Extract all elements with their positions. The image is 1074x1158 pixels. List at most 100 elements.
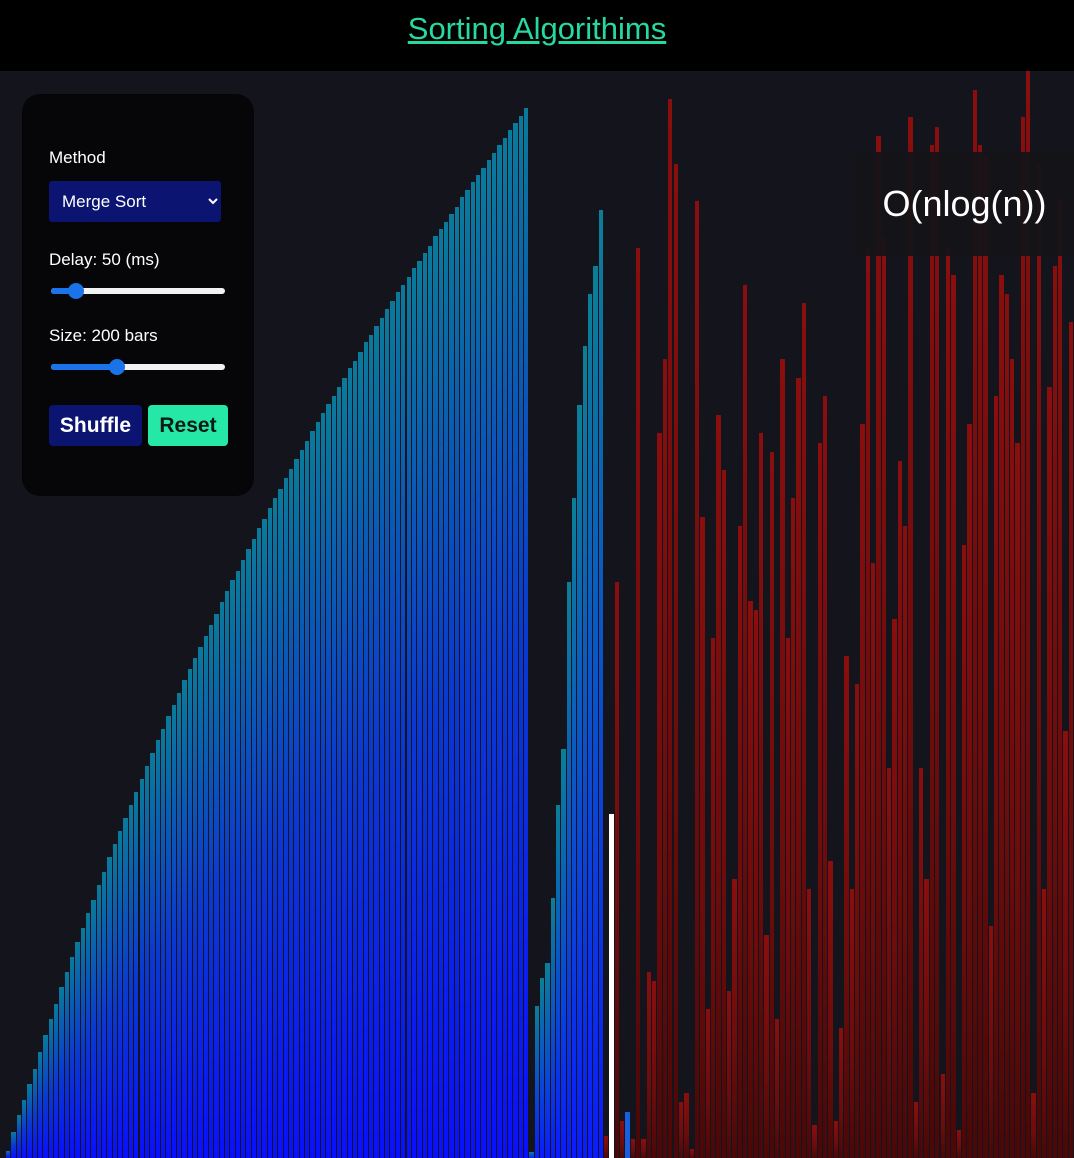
page-title-link[interactable]: Sorting Algorithims [408, 11, 666, 47]
bar [353, 361, 358, 1158]
bar [844, 656, 849, 1158]
bar [550, 898, 555, 1158]
bar [214, 614, 219, 1158]
bar [871, 563, 876, 1158]
bar [224, 591, 230, 1158]
bar [59, 987, 64, 1158]
bar [363, 342, 369, 1158]
bar [347, 368, 353, 1158]
bar [807, 889, 812, 1158]
bar [438, 229, 443, 1158]
bar [171, 705, 176, 1158]
bar [411, 268, 417, 1158]
bar [983, 155, 988, 1158]
bar [598, 210, 604, 1158]
bar [379, 318, 385, 1158]
bar [988, 926, 993, 1158]
bar [545, 963, 550, 1158]
bar [427, 246, 433, 1158]
bar [219, 602, 224, 1158]
bar [748, 601, 753, 1158]
bar [790, 498, 796, 1158]
reset-button[interactable]: Reset [148, 405, 228, 446]
bar [641, 1139, 646, 1158]
bar [935, 127, 940, 1158]
bar [540, 978, 545, 1158]
bar [758, 433, 764, 1158]
bar [32, 1069, 38, 1158]
bar [716, 415, 721, 1158]
bar [582, 346, 588, 1158]
bar [620, 1121, 625, 1158]
bar [433, 236, 438, 1158]
bar [166, 716, 171, 1158]
bar [764, 935, 769, 1158]
bar [198, 647, 203, 1158]
bar [283, 478, 288, 1158]
bar [86, 913, 91, 1158]
bar [385, 309, 390, 1158]
bar [796, 378, 801, 1158]
bar [518, 116, 523, 1158]
bar [192, 658, 198, 1158]
bar [700, 517, 705, 1158]
bar [144, 766, 150, 1158]
bar [993, 396, 999, 1158]
bar [689, 1149, 694, 1158]
bar [556, 805, 561, 1158]
bar [833, 1121, 839, 1158]
bar [48, 1019, 54, 1158]
page-header: Sorting Algorithims [0, 0, 1074, 71]
bar [614, 582, 620, 1158]
bar [523, 108, 529, 1158]
bar [256, 528, 262, 1158]
bar [630, 1139, 636, 1158]
bar [150, 753, 155, 1158]
bar [395, 292, 401, 1158]
bar [529, 1152, 534, 1158]
bar [481, 168, 486, 1158]
bar [187, 669, 192, 1158]
size-slider-thumb[interactable] [108, 359, 125, 375]
bar [96, 885, 102, 1158]
bar [534, 1006, 539, 1158]
bar [507, 130, 513, 1158]
bar [897, 461, 903, 1158]
bar [406, 277, 411, 1158]
bar [945, 248, 951, 1158]
bar [374, 326, 379, 1158]
bar [1020, 117, 1025, 1158]
bar [662, 359, 668, 1158]
bar [107, 857, 112, 1158]
delay-slider-thumb[interactable] [68, 283, 85, 299]
bar [475, 175, 481, 1158]
bar [342, 378, 347, 1158]
bar [588, 294, 593, 1158]
bar [80, 928, 86, 1158]
bar [913, 1102, 919, 1158]
bar [1031, 1093, 1036, 1158]
bar [668, 99, 673, 1158]
bar [652, 981, 657, 1158]
bar [240, 560, 246, 1158]
bar [176, 693, 182, 1158]
bar [299, 450, 305, 1158]
bar [625, 1112, 630, 1158]
bar [908, 117, 913, 1158]
bar [839, 1028, 844, 1158]
delay-slider[interactable] [49, 283, 227, 299]
shuffle-button[interactable]: Shuffle [49, 405, 142, 446]
bar [823, 396, 828, 1158]
bar [1009, 359, 1015, 1158]
bar [967, 424, 972, 1158]
bar [753, 610, 758, 1158]
bar [465, 190, 470, 1158]
bar [577, 405, 582, 1158]
bar [75, 942, 80, 1158]
bar [139, 779, 144, 1158]
size-slider[interactable] [49, 359, 227, 375]
method-select[interactable]: Merge Sort [49, 181, 221, 222]
bar [705, 1009, 710, 1158]
bar [774, 1019, 780, 1158]
bar [1015, 443, 1020, 1158]
